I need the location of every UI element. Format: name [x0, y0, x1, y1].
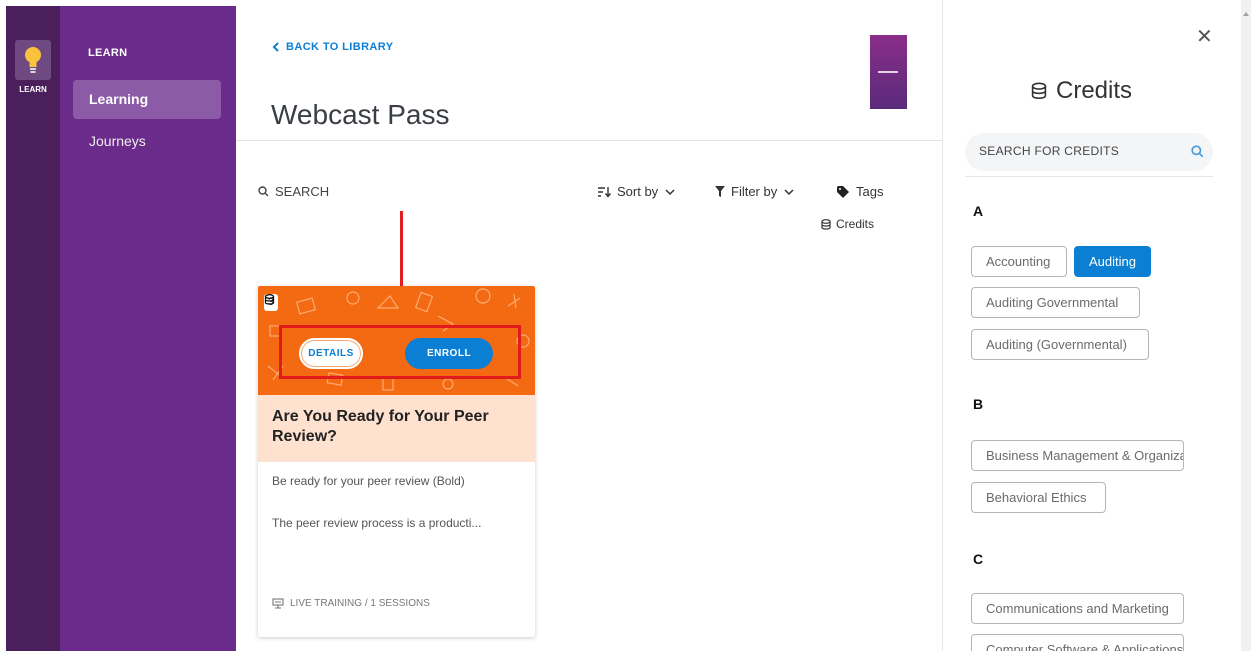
credit-count-badge: 3: [264, 294, 278, 311]
credits-search-placeholder: SEARCH FOR CREDITS: [979, 144, 1120, 158]
scroll-up-arrow-icon[interactable]: [1243, 12, 1249, 16]
credits-search-input[interactable]: SEARCH FOR CREDITS: [965, 133, 1213, 171]
chevron-down-icon: [784, 188, 794, 195]
header-divider: [236, 140, 942, 141]
database-icon: [264, 294, 275, 305]
search-icon: [1191, 145, 1204, 158]
back-label: BACK TO LIBRARY: [286, 41, 394, 53]
credit-chip[interactable]: Business Management & Organization: [971, 440, 1184, 471]
rail-learn-label: LEARN: [19, 85, 47, 94]
database-icon: [1031, 82, 1047, 99]
credit-chip[interactable]: Auditing (Governmental): [971, 329, 1149, 360]
group-letter-a: A: [973, 203, 984, 219]
close-icon[interactable]: ✕: [1196, 24, 1213, 49]
sidebar-item-label: Learning: [89, 91, 149, 107]
search-control[interactable]: SEARCH: [258, 184, 329, 199]
sort-control[interactable]: Sort by: [597, 184, 676, 199]
card-subtitle: Be ready for your peer review (Bold): [272, 474, 465, 488]
details-button[interactable]: DETAILS: [299, 338, 363, 369]
enroll-button[interactable]: ENROLL: [405, 338, 493, 369]
credit-chip-selected[interactable]: Auditing: [1074, 246, 1151, 277]
app-root: LEARN LEARN Learning Journeys BACK TO LI…: [0, 0, 1251, 651]
card-footer: LIVE TRAINING / 1 SESSIONS: [272, 598, 430, 609]
rail-learn-tile[interactable]: [15, 40, 51, 80]
search-underline: [965, 176, 1213, 177]
nav-section-title: LEARN: [88, 47, 128, 59]
page-title: Webcast Pass: [271, 99, 450, 130]
sidebar-item-learning[interactable]: Learning: [73, 80, 221, 119]
sidebar-nav: LEARN Learning Journeys: [60, 6, 236, 651]
card-title-bar: Are You Ready for Your Peer Review?: [258, 395, 535, 462]
credit-chip[interactable]: Computer Software & Applications: [971, 634, 1184, 651]
filter-label: Filter by: [731, 184, 778, 199]
back-to-library-link[interactable]: BACK TO LIBRARY: [272, 41, 393, 53]
sort-icon: [598, 186, 611, 198]
credit-chip[interactable]: Behavioral Ethics: [971, 482, 1106, 513]
card-hero: 3 DETAILS ENROLL: [258, 286, 535, 395]
tags-control[interactable]: Tags: [837, 184, 883, 199]
credit-chip[interactable]: Communications and Marketing: [971, 593, 1184, 624]
lightbulb-icon: [25, 47, 41, 73]
card-description: The peer review process is a producti...: [272, 516, 482, 530]
search-label: SEARCH: [275, 184, 330, 199]
tags-label: Tags: [856, 184, 884, 199]
tag-icon: [837, 185, 849, 198]
pass-thumbnail: [870, 35, 907, 109]
credits-panel-title-text: Credits: [1056, 77, 1133, 104]
group-letter-b: B: [973, 396, 984, 412]
panel-scrollbar[interactable]: [1241, 0, 1251, 651]
card-footer-text: LIVE TRAINING / 1 SESSIONS: [290, 598, 430, 609]
presentation-icon: [272, 598, 284, 609]
chevron-down-icon: [665, 188, 675, 195]
group-letter-c: C: [973, 551, 984, 567]
credits-label: Credits: [836, 217, 875, 231]
card-title[interactable]: Are You Ready for Your Peer Review?: [272, 407, 522, 447]
app-rail: LEARN: [6, 6, 60, 651]
course-card[interactable]: 3 DETAILS ENROLL Are You Ready for Your …: [258, 286, 535, 637]
credits-panel-title: Credits: [1031, 77, 1132, 105]
filter-icon: [715, 186, 725, 197]
sort-label: Sort by: [617, 184, 659, 199]
credit-chip[interactable]: Auditing Governmental: [971, 287, 1140, 318]
chevron-left-icon: [272, 42, 279, 52]
sidebar-item-journeys[interactable]: Journeys: [89, 133, 146, 149]
filter-control[interactable]: Filter by: [715, 184, 795, 199]
panel-separator: [942, 0, 943, 651]
search-icon: [258, 186, 269, 197]
credit-chip[interactable]: Accounting: [971, 246, 1067, 277]
credits-filter-control[interactable]: Credits: [821, 217, 874, 231]
database-icon: [821, 218, 831, 230]
